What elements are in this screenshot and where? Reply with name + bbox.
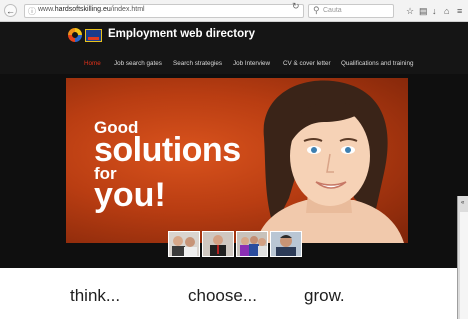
group-photo-icon (240, 236, 267, 256)
browser-toolbar: ← ⓘ www.hardsoftskilling.eu/index.html ↻… (0, 0, 468, 22)
nav-job-interview[interactable]: Job Interview (233, 60, 270, 67)
clipboard-icon[interactable]: ▤ (419, 5, 428, 17)
man-photo-icon (276, 235, 296, 256)
thumbnail-4[interactable] (270, 231, 302, 257)
search-placeholder: Cauta (323, 7, 342, 14)
thumbnail-3[interactable] (236, 231, 268, 257)
site-logo[interactable] (67, 27, 103, 44)
window-control-icon: « (461, 200, 465, 206)
people-photo-icon (172, 236, 197, 256)
address-bar[interactable]: ⓘ www.hardsoftskilling.eu/index.html (24, 4, 304, 18)
url-path: /index.html (110, 6, 145, 13)
search-input[interactable]: ⚲ Cauta (308, 4, 394, 18)
back-button[interactable]: ← (4, 4, 17, 17)
thumbnail-2[interactable] (202, 231, 234, 257)
tagline-choose: choose... (188, 286, 257, 305)
businessman-photo-icon (210, 235, 226, 256)
hamburger-menu-icon[interactable]: ≡ (457, 5, 462, 17)
logo-swirl-icon (68, 28, 82, 42)
site-title: Employment web directory (108, 28, 255, 40)
overlapping-window-edge[interactable]: « (457, 196, 468, 319)
tagline-section: think... choose... grow. (0, 268, 468, 319)
woman-portrait-image (256, 80, 404, 243)
hero-line-you: you! (94, 176, 166, 214)
logo-flag-icon (85, 29, 102, 42)
search-icon: ⚲ (313, 5, 320, 15)
download-arrow-icon[interactable]: ↓ (432, 5, 437, 17)
tagline-grow: grow. (304, 286, 345, 305)
hero-banner: Good solutions for you! (66, 78, 408, 243)
info-icon: ⓘ (28, 7, 36, 16)
nav-qualifications-training[interactable]: Qualifications and training (341, 60, 413, 67)
nav-search-strategies[interactable]: Search strategies (173, 60, 222, 67)
url-prefix: www. (38, 6, 55, 13)
url-domain: hardsoftskilling.eu (54, 6, 111, 13)
nav-home[interactable]: Home (84, 60, 101, 67)
back-arrow-icon: ← (6, 6, 15, 16)
hero-line-solutions: solutions (94, 131, 241, 169)
nav-job-search-gates[interactable]: Job search gates (114, 60, 162, 67)
star-icon[interactable]: ☆ (406, 5, 414, 17)
home-icon[interactable]: ⌂ (444, 5, 449, 17)
tagline-think: think... (70, 286, 121, 305)
main-navigation: Home Job search gates Search strategies … (0, 60, 468, 70)
reload-icon[interactable]: ↻ (292, 1, 300, 12)
url-text: www.hardsoftskilling.eu/index.html (38, 6, 145, 13)
thumbnail-1[interactable] (168, 231, 200, 257)
nav-cv-cover-letter[interactable]: CV & cover letter (283, 60, 331, 67)
